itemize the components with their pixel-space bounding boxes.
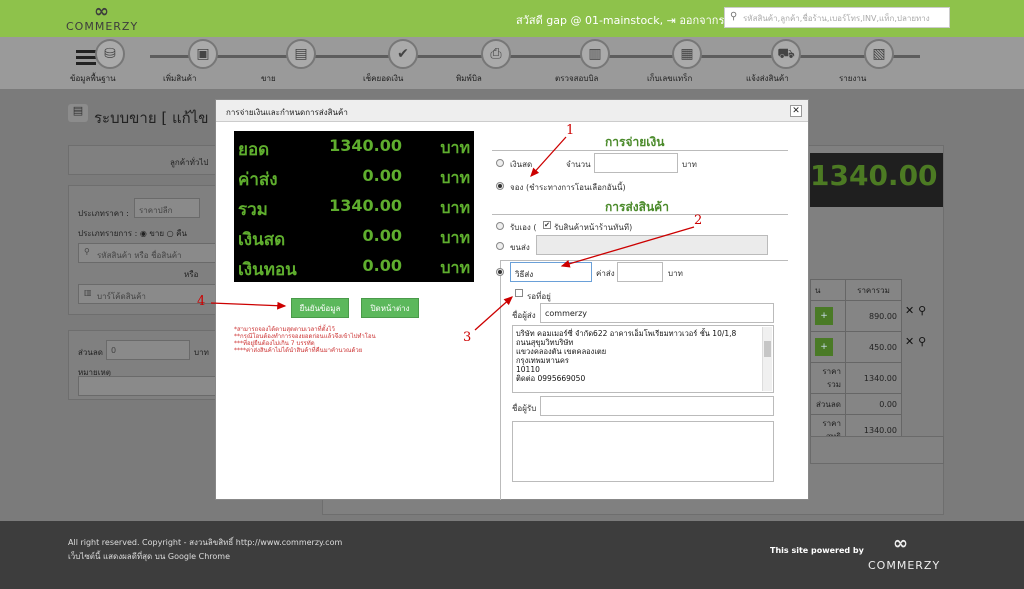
annotation-1: 1 (566, 123, 575, 138)
arrow-1 (530, 136, 567, 177)
annotation-3: 3 (463, 330, 472, 345)
arrow-4 (210, 301, 287, 310)
arrow-2 (560, 226, 695, 268)
annotation-4: 4 (197, 294, 206, 309)
arrow-3 (474, 296, 513, 331)
annotation-arrows (210, 136, 695, 331)
annotation-2: 2 (694, 213, 703, 228)
